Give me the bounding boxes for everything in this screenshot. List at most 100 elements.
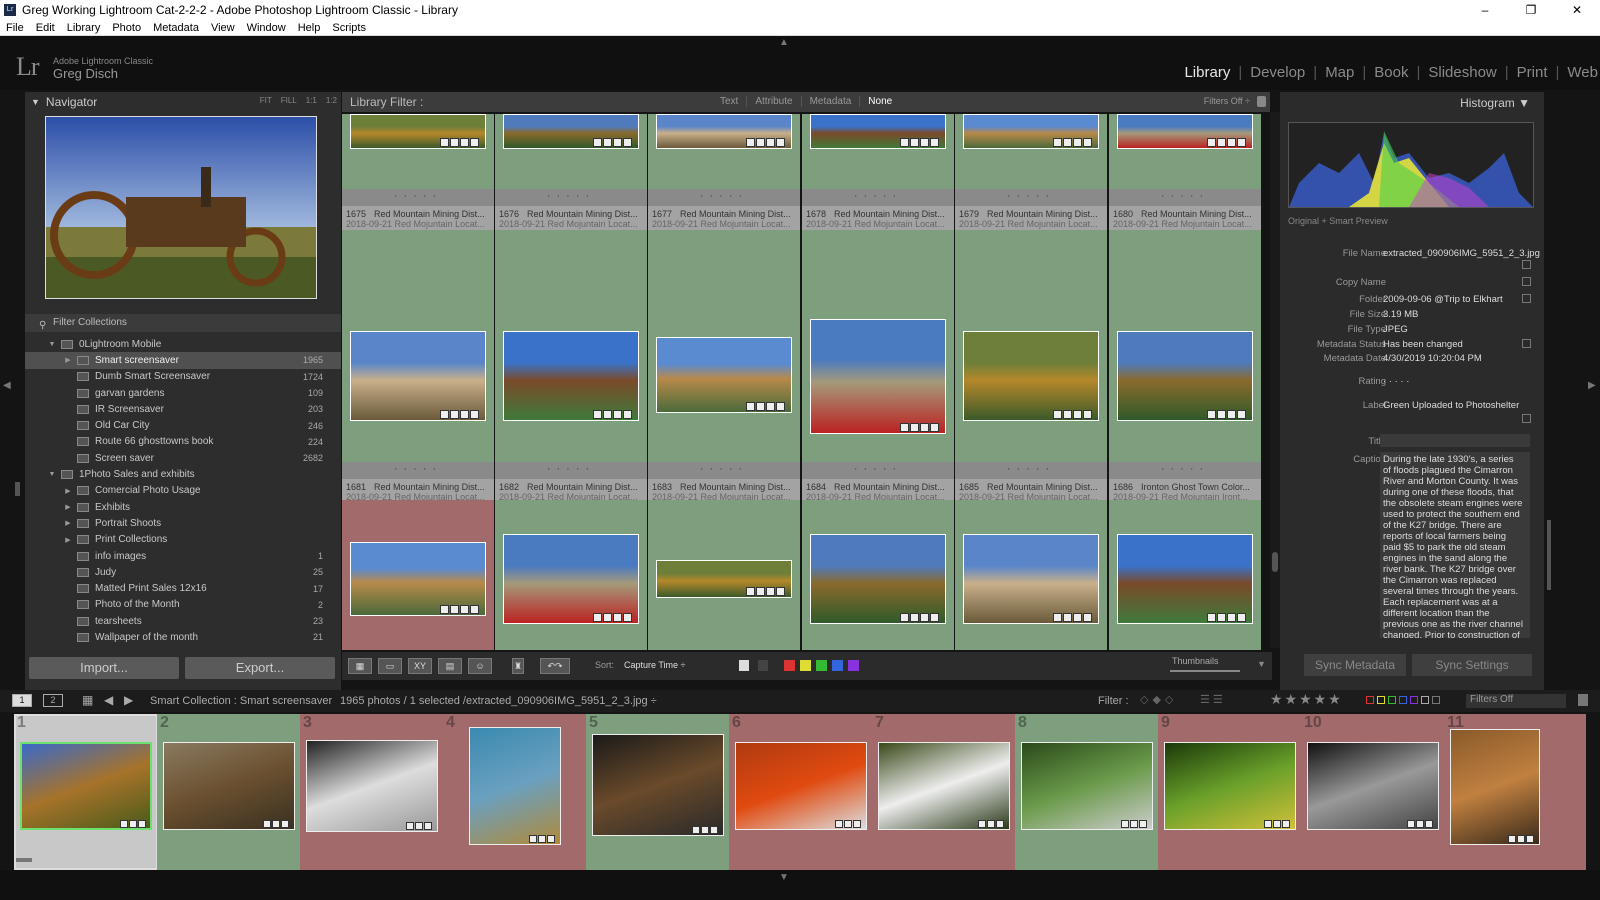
menu-metadata[interactable]: Metadata: [147, 22, 205, 34]
badge-icon[interactable]: [1139, 820, 1147, 828]
filmstrip-badges[interactable]: [835, 820, 861, 828]
filmstrip-badges[interactable]: [263, 820, 289, 828]
badge-icon[interactable]: [776, 587, 785, 596]
badge-icon[interactable]: [623, 410, 632, 419]
survey-view-icon[interactable]: ▤: [438, 658, 462, 674]
filmstrip-cell[interactable]: 8: [1015, 714, 1159, 870]
filmstrip-cell[interactable]: 5: [586, 714, 730, 870]
star-rating-dots[interactable]: ·····: [342, 190, 494, 202]
badge-icon[interactable]: [701, 826, 709, 834]
photo-count[interactable]: 1965 photos / 1 selected /extracted_0909…: [340, 695, 657, 707]
badge-icon[interactable]: [987, 820, 995, 828]
blue-label-icon[interactable]: [832, 660, 843, 671]
star-rating-dots[interactable]: ·····: [342, 463, 494, 475]
badge-icon[interactable]: [1053, 138, 1062, 147]
badge-icon[interactable]: [1264, 820, 1272, 828]
menu-help[interactable]: Help: [292, 22, 327, 34]
badge-icon[interactable]: [746, 402, 755, 411]
badge-icon[interactable]: [613, 613, 622, 622]
edit-filter-icons[interactable]: ☰ ☰: [1200, 693, 1223, 706]
star-rating-dots[interactable]: ·····: [955, 463, 1107, 475]
filmstrip-thumbnail[interactable]: [1307, 742, 1439, 830]
filmstrip-thumbnail[interactable]: [306, 740, 438, 832]
collection-item[interactable]: info images 1: [25, 548, 341, 564]
sort-dropdown[interactable]: Capture Time ÷: [624, 660, 685, 670]
forward-arrow-icon[interactable]: ▶: [124, 693, 133, 707]
badge-icon[interactable]: [900, 138, 909, 147]
badge-icon[interactable]: [776, 402, 785, 411]
photo-thumbnail[interactable]: [810, 534, 946, 624]
grid-cell[interactable]: ·····1688Ironton Ghost Town Color...2018…: [495, 500, 647, 650]
star-rating-dots[interactable]: ·····: [648, 463, 800, 475]
label-action-icon[interactable]: [1522, 414, 1531, 423]
thumbnail-badges[interactable]: [1053, 138, 1092, 147]
collection-item[interactable]: ▶ Smart screensaver 1965: [25, 352, 341, 369]
filmstrip-thumbnail[interactable]: [735, 742, 867, 830]
module-book[interactable]: Book: [1374, 64, 1408, 81]
disclosure-triangle-icon[interactable]: ▼: [47, 341, 57, 348]
menu-library[interactable]: Library: [61, 22, 107, 34]
left-scrollbar[interactable]: [15, 482, 20, 496]
grid-cell[interactable]: ····· 1676 Red Mountain Mining Dist... 2018…: [495, 114, 647, 297]
module-library[interactable]: Library: [1184, 64, 1230, 81]
badge-icon[interactable]: [1083, 410, 1092, 419]
nav-fill-option[interactable]: FILL: [281, 96, 297, 105]
badge-icon[interactable]: [1130, 820, 1138, 828]
filmstrip-badges[interactable]: [120, 820, 146, 828]
badge-icon[interactable]: [746, 587, 755, 596]
badge-icon[interactable]: [1273, 820, 1281, 828]
filters-off-dropdown[interactable]: Filters Off ÷: [1204, 96, 1250, 106]
collapse-triangle-icon[interactable]: ▼: [31, 97, 40, 107]
people-view-icon[interactable]: ☺: [468, 658, 492, 674]
grid-cell[interactable]: ····· 1686 Ironton Ghost Town Color... 2018…: [1109, 297, 1261, 503]
badge-icon[interactable]: [776, 138, 785, 147]
badge-icon[interactable]: [910, 613, 919, 622]
filter-tab-none[interactable]: None: [860, 96, 900, 107]
badge-icon[interactable]: [263, 820, 271, 828]
grid-cell[interactable]: ····· 1677 Red Mountain Mining Dist... 2018…: [648, 114, 800, 297]
badge-icon[interactable]: [593, 138, 602, 147]
grid-cell[interactable]: ····· 1678 Red Mountain Mining Dist... 2018…: [802, 114, 954, 297]
grid-cell[interactable]: ·····1687Ironton Ghost Town Color...2018…: [342, 500, 494, 650]
badge-icon[interactable]: [910, 423, 919, 432]
star-rating-dots[interactable]: ·····: [1109, 190, 1261, 202]
badge-icon[interactable]: [529, 835, 537, 843]
rotate-icon[interactable]: ↶↷: [540, 658, 570, 674]
badge-icon[interactable]: [460, 410, 469, 419]
filmstrip-badges[interactable]: [1121, 820, 1147, 828]
badge-icon[interactable]: [1217, 410, 1226, 419]
grid-cell[interactable]: ····· 1675 Red Mountain Mining Dist... 2018…: [342, 114, 494, 297]
right-scrollbar[interactable]: [1547, 520, 1551, 590]
badge-icon[interactable]: [920, 423, 929, 432]
badge-icon[interactable]: [1121, 820, 1129, 828]
badge-icon[interactable]: [1063, 138, 1072, 147]
thumbnail-badges[interactable]: [1053, 613, 1092, 622]
disclosure-triangle-icon[interactable]: ▶: [63, 519, 73, 527]
label-value[interactable]: Green Uploaded to Photoshelter: [1383, 400, 1523, 411]
badge-icon[interactable]: [547, 835, 555, 843]
collection-item[interactable]: Photo of the Month 2: [25, 597, 341, 613]
badge-icon[interactable]: [1517, 835, 1525, 843]
collection-item[interactable]: ▶ Exhibits: [25, 499, 341, 515]
badge-icon[interactable]: [1237, 613, 1246, 622]
badge-icon[interactable]: [440, 410, 449, 419]
badge-icon[interactable]: [440, 605, 449, 614]
badge-icon[interactable]: [1207, 410, 1216, 419]
badge-icon[interactable]: [1083, 138, 1092, 147]
star-rating-dots[interactable]: ·····: [802, 463, 954, 475]
export-button[interactable]: Export...: [185, 657, 335, 679]
collection-item[interactable]: Old Car City 246: [25, 417, 341, 433]
filmstrip-badges[interactable]: [978, 820, 1004, 828]
badge-icon[interactable]: [623, 138, 632, 147]
red-label-icon[interactable]: [784, 660, 795, 671]
badge-icon[interactable]: [138, 820, 146, 828]
collection-item[interactable]: Judy 25: [25, 564, 341, 580]
badge-icon[interactable]: [470, 410, 479, 419]
badge-icon[interactable]: [593, 410, 602, 419]
badge-icon[interactable]: [1207, 138, 1216, 147]
grid-cell[interactable]: ·····1690Ironton Ghost Town Color...2018…: [802, 500, 954, 650]
menu-scripts[interactable]: Scripts: [326, 22, 372, 34]
filmstrip-badges[interactable]: [406, 822, 432, 830]
badge-icon[interactable]: [835, 820, 843, 828]
collection-item[interactable]: ▼ 1Photo Sales and exhibits: [25, 466, 341, 482]
